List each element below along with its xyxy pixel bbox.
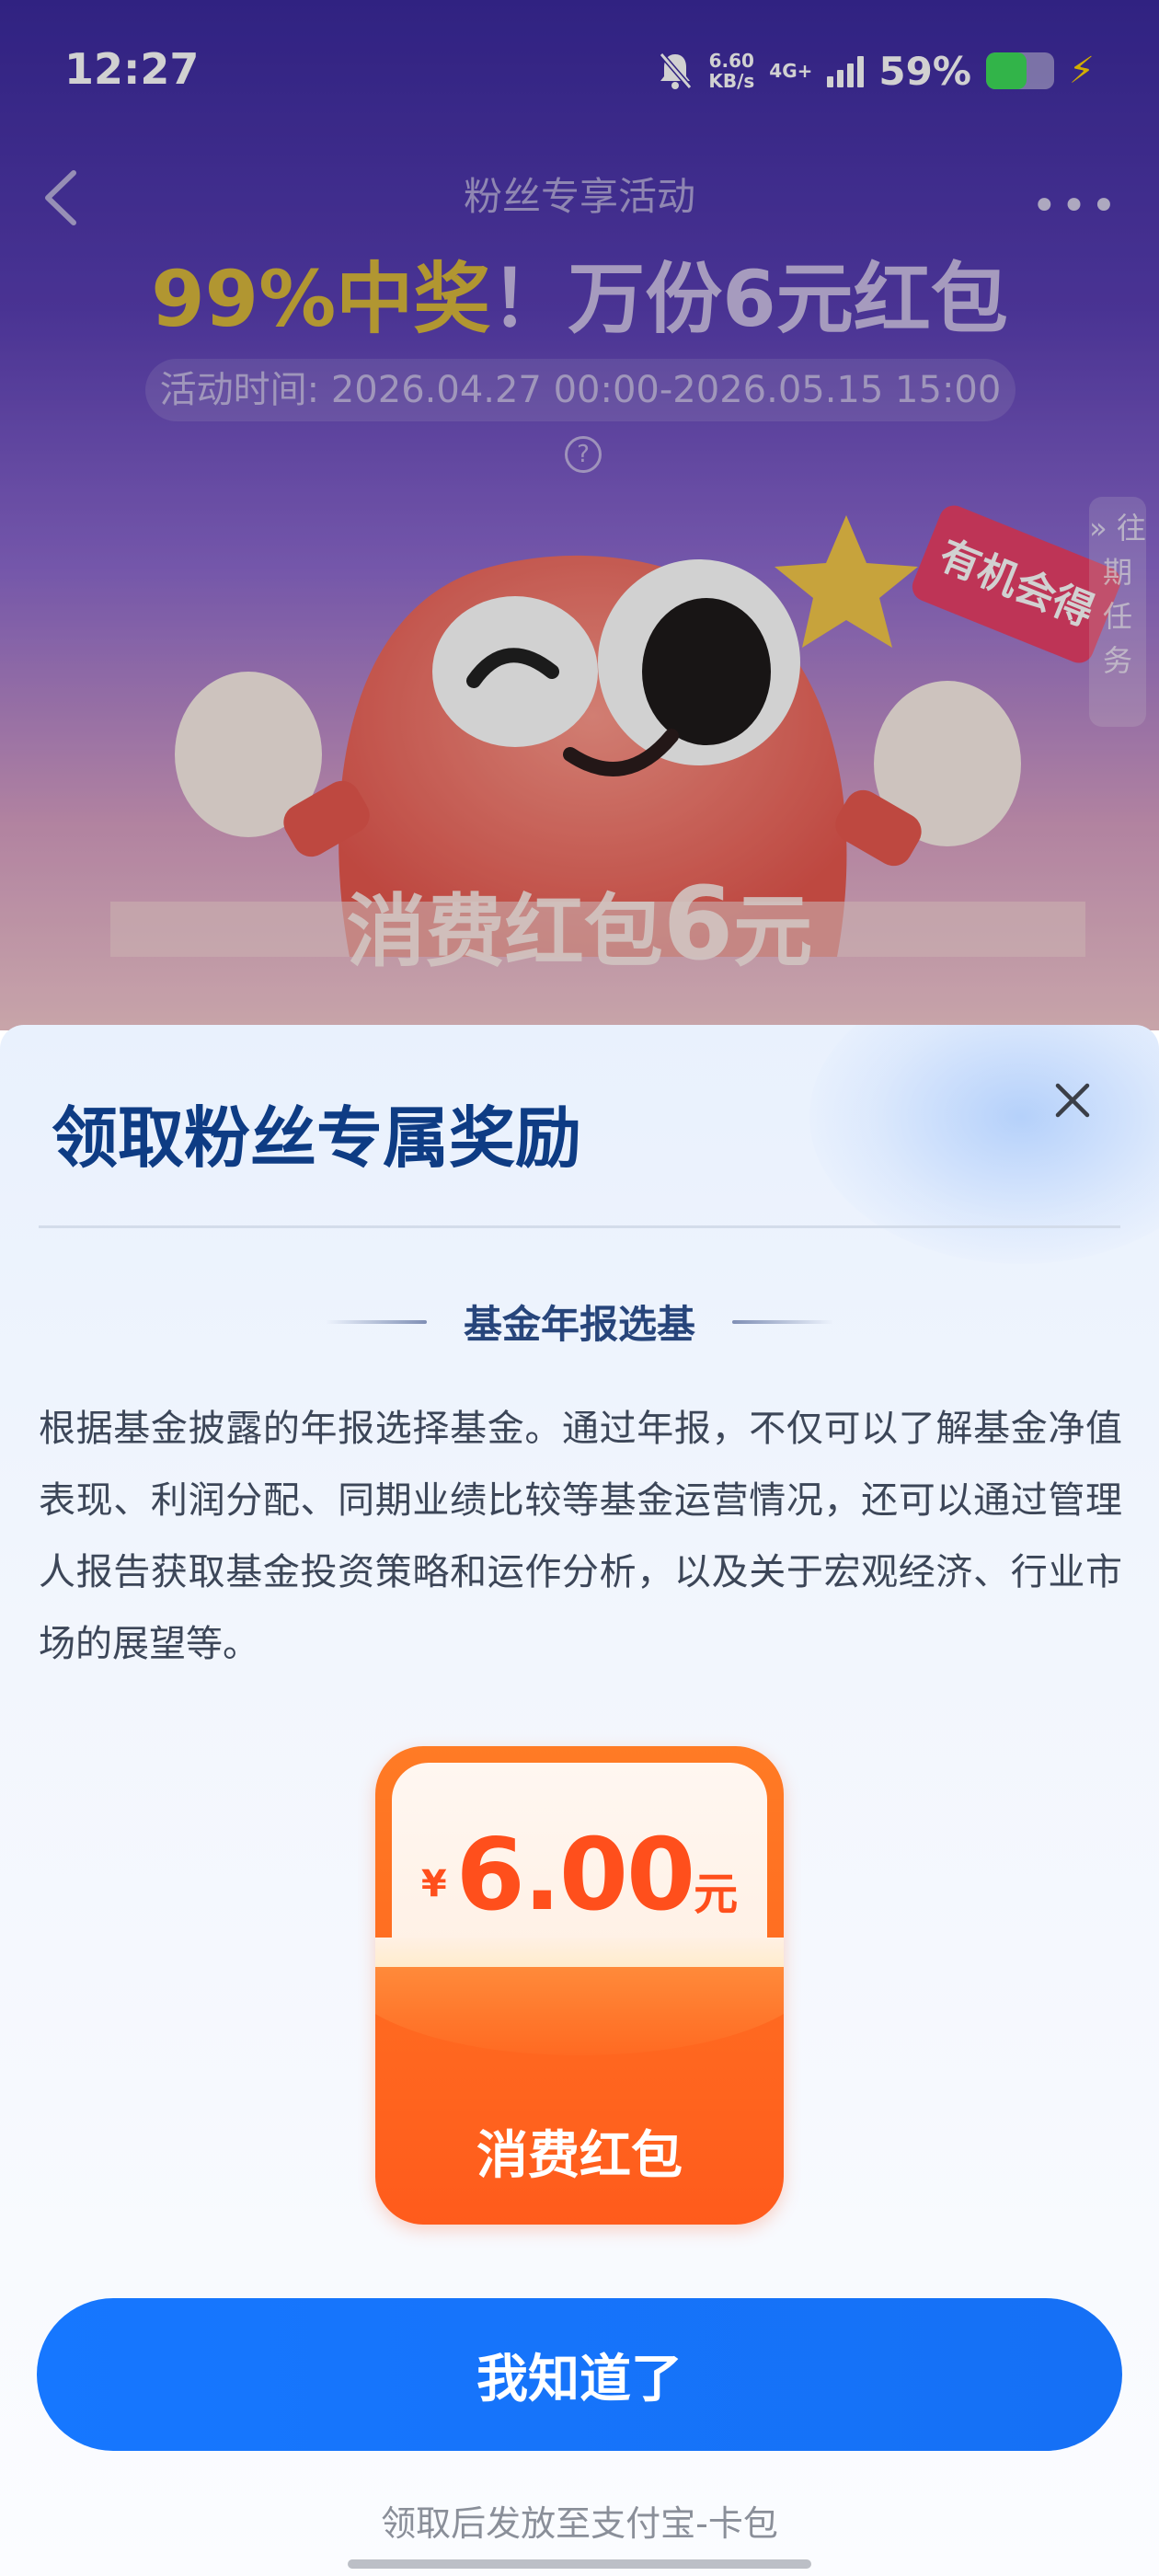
- delivery-footnote: 领取后发放至支付宝-卡包: [381, 2503, 778, 2544]
- red-packet-flap-shade: [375, 1967, 784, 2055]
- sheet-glow-decoration: [809, 1025, 1159, 1264]
- red-packet-value: 6.00: [455, 1818, 695, 1933]
- section-description: 根据基金披露的年报选择基金。通过年报，不仅可以了解基金净值表现、利润分配、同期业…: [39, 1408, 1122, 1665]
- modal-backdrop[interactable]: [0, 0, 1159, 1030]
- activity-background-page: 12:27 6.60 KB/s 4G+ 59% ⚡ 粉丝专享活动 ••• 99%…: [0, 0, 1159, 1030]
- red-packet-label: 消费红包: [476, 2126, 683, 2186]
- section-title: 基金年报选基: [463, 1302, 695, 1347]
- confirm-button[interactable]: 我知道了: [37, 2298, 1122, 2451]
- home-indicator[interactable]: [348, 2559, 811, 2569]
- red-packet-card: ¥6.00元 消费红包: [375, 1746, 784, 2225]
- section-heading: 基金年报选基: [0, 1294, 1159, 1350]
- sheet-title: 领取粉丝专属奖励: [52, 1099, 582, 1177]
- sheet-divider: [39, 1225, 1120, 1228]
- red-packet-currency: ¥: [420, 1863, 447, 1905]
- red-packet-amount: ¥6.00元: [375, 1818, 784, 1933]
- heading-right-line: [732, 1319, 833, 1324]
- reward-bottom-sheet: 领取粉丝专属奖励 基金年报选基 根据基金披露的年报选择基金。通过年报，不仅可以了…: [0, 1025, 1159, 2576]
- close-icon[interactable]: [1043, 1071, 1102, 1130]
- red-packet-unit: 元: [694, 1869, 739, 1920]
- heading-left-line: [325, 1319, 427, 1324]
